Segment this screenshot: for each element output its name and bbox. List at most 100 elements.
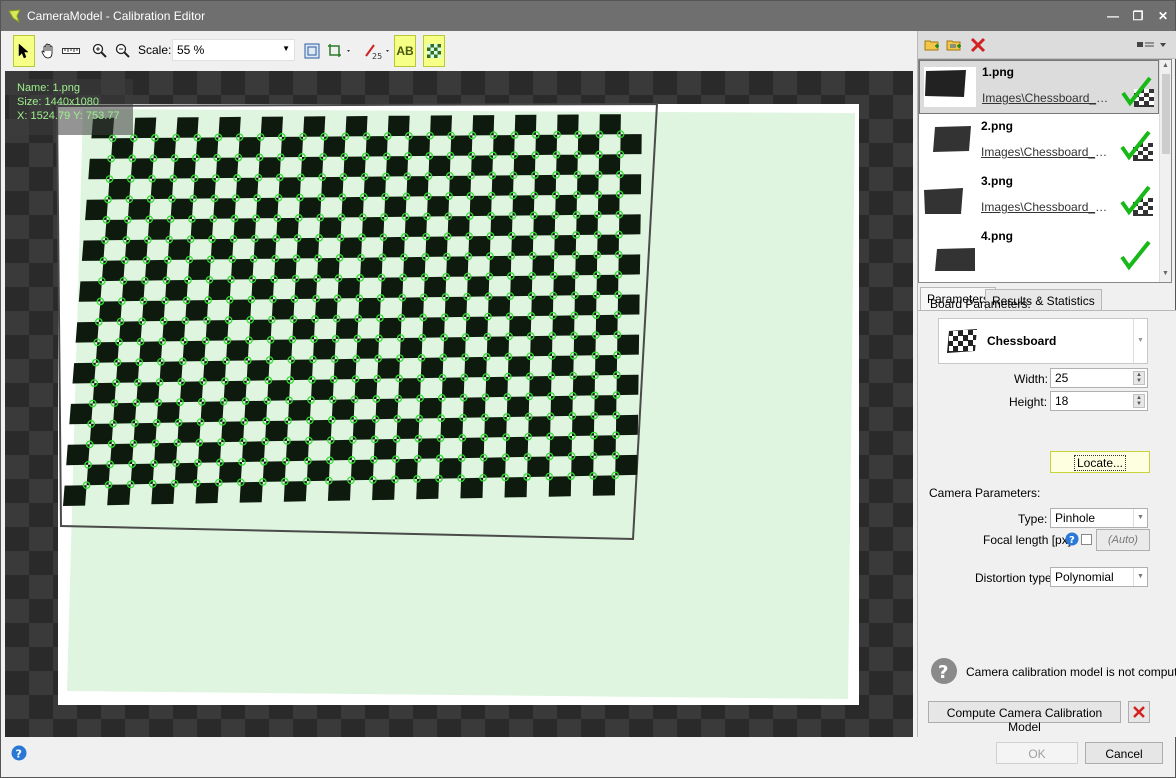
distortion-type-label: Distortion type:	[975, 571, 1056, 585]
image-size: Size: 1440x1080	[17, 96, 99, 108]
chessboard-square	[572, 375, 595, 396]
list-item[interactable]: 4.png	[919, 225, 1159, 279]
chessboard-overlay-button[interactable]	[423, 35, 445, 67]
list-item[interactable]: 2.png Images\Chessboard_Cali...	[919, 115, 1159, 169]
chessboard-square	[439, 458, 462, 479]
chessboard-square	[532, 255, 555, 276]
cursor-coordinates: X: 1524.79 Y: 753.77	[17, 110, 120, 122]
help-icon[interactable]: ?	[11, 745, 27, 761]
chevron-down-icon: ▼	[282, 44, 290, 53]
scroll-thumb[interactable]	[1162, 74, 1170, 154]
scroll-up-icon[interactable]: ▲	[1162, 62, 1169, 69]
chessboard-square	[595, 355, 618, 376]
chessboard-square	[510, 275, 533, 297]
list-item[interactable]: 3.png Images\Chessboard_Cali...	[919, 170, 1159, 224]
chessboard-square	[505, 436, 529, 458]
text-overlay-button[interactable]: AB	[394, 35, 416, 67]
chessboard-square	[512, 195, 535, 216]
image-list-toolbar	[918, 31, 1176, 59]
chevron-down-icon: ▼	[1133, 568, 1147, 586]
width-spinner[interactable]: 25 ▲ ▼	[1050, 368, 1148, 388]
ruler-tool-button[interactable]	[60, 35, 82, 67]
focal-length-checkbox[interactable]	[1081, 534, 1092, 545]
zoom-in-button[interactable]	[89, 35, 111, 67]
maximize-icon[interactable]: ❐	[1126, 6, 1150, 26]
help-icon[interactable]: ?	[1065, 532, 1079, 546]
calibration-editor-window: CameraModel - Calibration Editor — ❐ ✕ S…	[0, 0, 1176, 778]
select-tool-button[interactable]	[13, 35, 35, 67]
chessboard-square	[616, 374, 639, 396]
calibrated-check-icon	[1120, 130, 1153, 161]
image-path-link[interactable]: Images\Chessboard_Cali...	[981, 200, 1115, 214]
zoom-out-button[interactable]	[112, 35, 134, 67]
camera-type-dropdown[interactable]: Pinhole ▼	[1050, 508, 1148, 528]
svg-text:?: ?	[1069, 535, 1075, 546]
scale-dropdown[interactable]: 55 % ▼	[172, 39, 295, 61]
chessboard-square	[615, 454, 638, 476]
chessboard-square	[535, 134, 558, 155]
chessboard-square	[598, 154, 621, 175]
chessboard-square	[513, 155, 536, 176]
delete-icon[interactable]	[970, 37, 986, 53]
chessboard-square	[553, 275, 576, 296]
scroll-down-icon[interactable]: ▼	[1162, 270, 1169, 277]
view-options-icon[interactable]	[1136, 39, 1168, 51]
chessboard-square	[617, 334, 640, 355]
chessboard-square	[573, 335, 596, 356]
question-status-icon: ?	[931, 658, 957, 684]
chessboard-square	[572, 415, 595, 436]
image-info-overlay: Name: 1.png Size: 1440x1080 X: 1524.79 Y…	[9, 79, 133, 135]
scale-value: 55 %	[177, 43, 205, 57]
chessboard-square	[63, 485, 87, 506]
fit-to-window-button[interactable]	[301, 35, 323, 67]
cancel-label: Cancel	[1105, 747, 1143, 761]
ok-button[interactable]: OK	[996, 742, 1078, 764]
app-icon	[8, 9, 21, 24]
image-list-scrollbar[interactable]: ▲ ▼	[1159, 60, 1171, 282]
crop-icon	[328, 44, 350, 57]
image-path-link[interactable]: Images\Chessboard_Cali...	[981, 145, 1115, 159]
chessboard-square	[484, 417, 507, 438]
crop-tool-button[interactable]	[325, 35, 355, 67]
marker-tool-button[interactable]: 25	[363, 35, 393, 67]
locate-button[interactable]: Locate...	[1050, 451, 1150, 473]
spinner-arrows-icon[interactable]: ▲ ▼	[1133, 371, 1145, 385]
add-image-icon[interactable]	[946, 37, 962, 53]
window-title: CameraModel - Calibration Editor	[27, 9, 206, 23]
image-canvas[interactable]: Name: 1.png Size: 1440x1080 X: 1524.79 Y…	[5, 71, 913, 737]
cancel-compute-button[interactable]	[1128, 701, 1150, 723]
chessboard-square	[550, 395, 573, 417]
add-folder-icon[interactable]	[924, 37, 940, 53]
image-path-link[interactable]: Images\Chessboard_Cali...	[982, 91, 1116, 105]
camera-type-label: Type:	[1018, 512, 1048, 526]
image-list: 1.png Images\Chessboard_Cali... 2.png Im…	[918, 59, 1172, 283]
chessboard-square	[552, 315, 575, 336]
distortion-type-value: Polynomial	[1055, 570, 1114, 584]
spinner-arrows-icon[interactable]: ▲ ▼	[1133, 394, 1145, 408]
chessboard-square	[504, 477, 528, 498]
chessboard-square	[620, 134, 642, 155]
chessboard-square	[596, 274, 619, 295]
image-name: 1.png	[982, 65, 1014, 79]
compute-calibration-button[interactable]: Compute Camera Calibration Model	[928, 701, 1121, 734]
chessboard-square	[554, 235, 577, 256]
image-name: 3.png	[981, 174, 1013, 188]
list-item[interactable]: 1.png Images\Chessboard_Cali...	[919, 60, 1159, 114]
chessboard-icon	[947, 329, 977, 353]
height-spinner[interactable]: 18 ▲ ▼	[1050, 391, 1148, 411]
cancel-button[interactable]: Cancel	[1085, 742, 1163, 764]
board-type-dropdown[interactable]: Chessboard ▼	[938, 318, 1148, 364]
distortion-type-dropdown[interactable]: Polynomial ▼	[1050, 567, 1148, 587]
chessboard-square	[449, 175, 472, 197]
chessboard-square	[529, 376, 552, 397]
close-icon[interactable]: ✕	[1151, 6, 1175, 26]
title-bar[interactable]: CameraModel - Calibration Editor — ❐ ✕	[1, 1, 1175, 31]
chessboard-square	[483, 457, 506, 478]
pan-tool-button[interactable]	[37, 35, 59, 67]
chessboard-square	[575, 254, 598, 276]
minimize-icon[interactable]: —	[1101, 6, 1125, 26]
chessboard-square	[571, 455, 594, 477]
dialog-footer: ? OK Cancel	[1, 737, 1175, 777]
zoom-out-icon	[115, 43, 130, 58]
focal-length-input[interactable]: (Auto)	[1096, 529, 1150, 551]
